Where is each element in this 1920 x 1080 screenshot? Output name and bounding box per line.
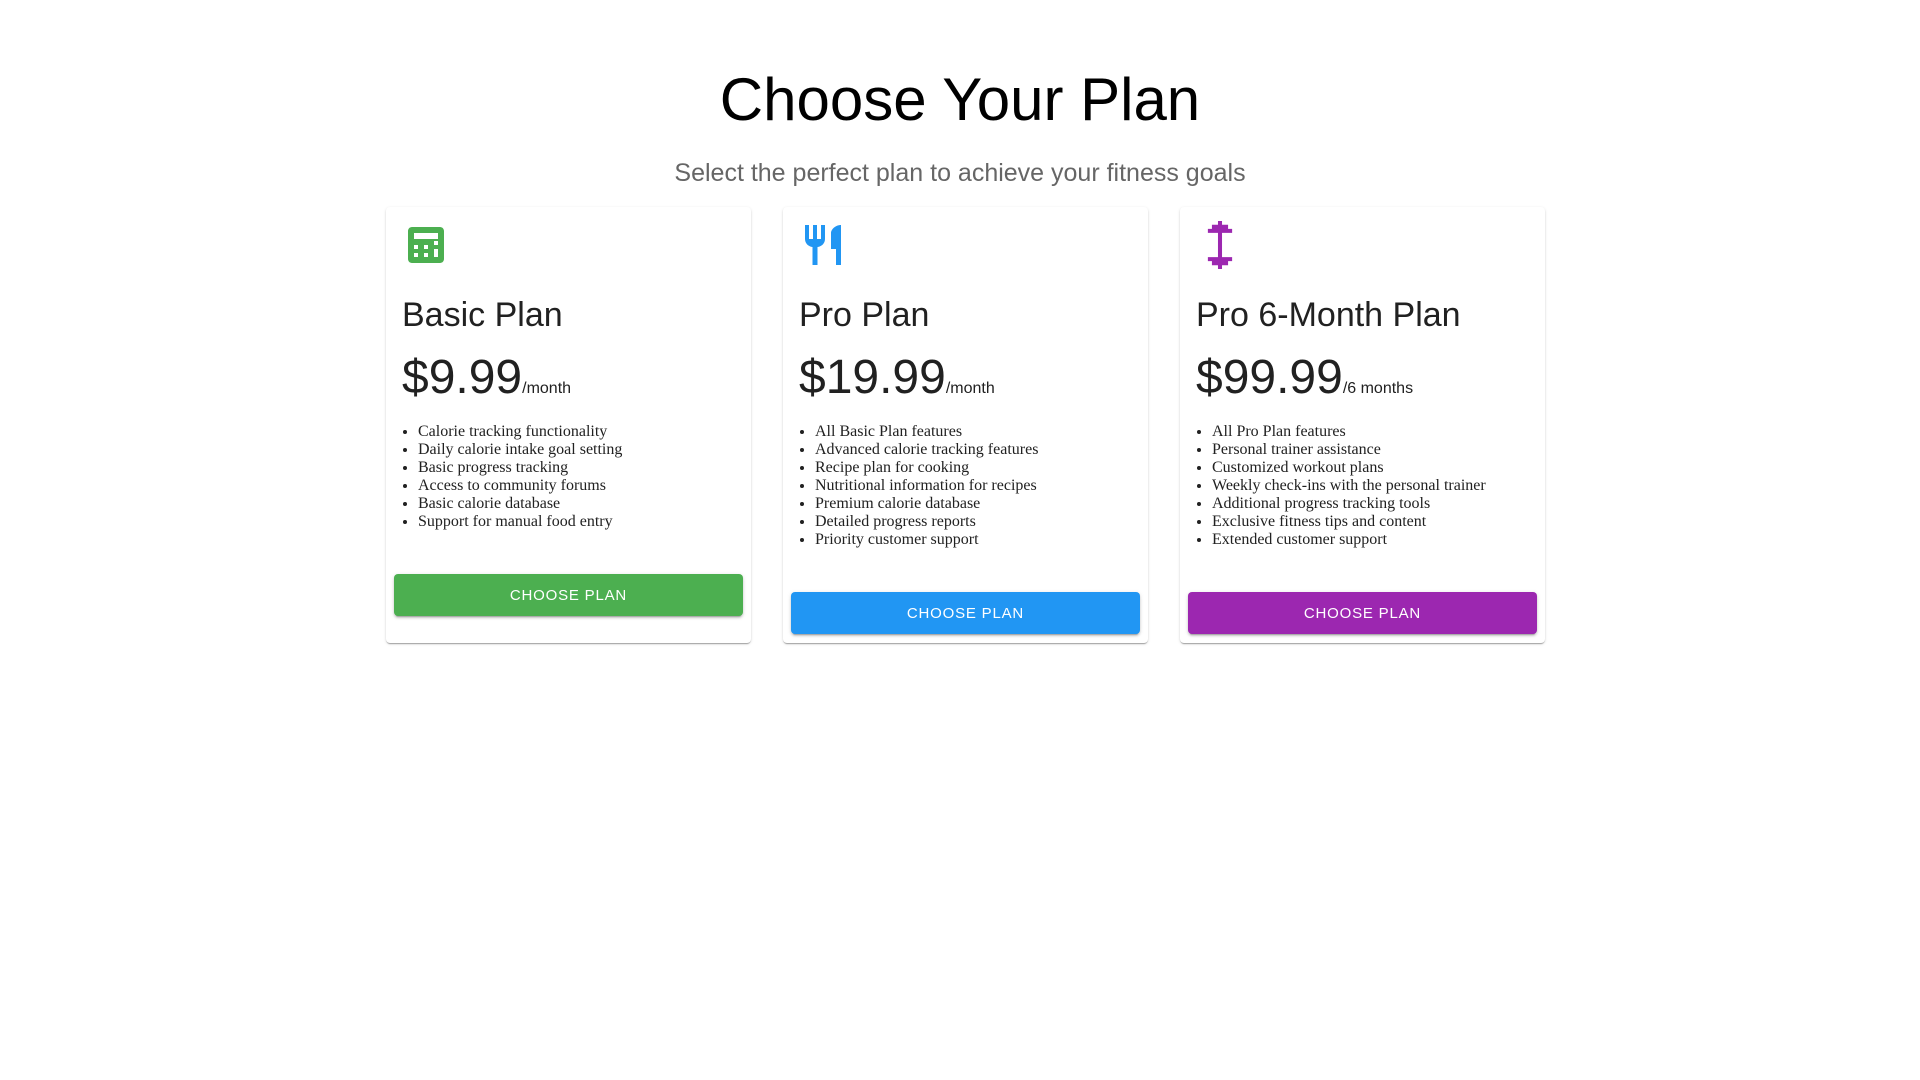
plan-price: $9.99/month bbox=[402, 350, 571, 417]
choose-pro-6-month-plan-button[interactable]: Choose Plan bbox=[1188, 592, 1537, 634]
feature-list: All Pro Plan features Personal trainer a… bbox=[1196, 423, 1552, 549]
price-amount: $9.99 bbox=[402, 351, 523, 404]
feature-item: All Basic Plan features bbox=[815, 423, 1155, 441]
feature-item: Priority customer support bbox=[815, 531, 1155, 549]
feature-list: Calorie tracking functionality Daily cal… bbox=[402, 423, 758, 531]
plan-card-pro: Pro Plan $19.99/month All Basic Plan fea… bbox=[783, 207, 1148, 643]
price-period: /month bbox=[522, 380, 572, 397]
page-subtitle: Select the perfect plan to achieve your … bbox=[674, 159, 1246, 187]
feature-item: Basic progress tracking bbox=[418, 459, 758, 477]
feature-item: Calorie tracking functionality bbox=[418, 423, 758, 441]
feature-list: All Basic Plan features Advanced calorie… bbox=[799, 423, 1155, 549]
feature-item: Access to community forums bbox=[418, 477, 758, 495]
price-period: /month bbox=[945, 380, 995, 397]
plan-price: $99.99/6 months bbox=[1196, 350, 1413, 417]
price-period: /6 months bbox=[1342, 380, 1414, 397]
feature-item: Weekly check-ins with the personal train… bbox=[1212, 477, 1552, 495]
page-title: Choose Your Plan bbox=[719, 66, 1201, 133]
feature-item: Exclusive fitness tips and content bbox=[1212, 513, 1552, 531]
feature-item: Premium calorie database bbox=[815, 495, 1155, 513]
plan-price: $19.99/month bbox=[799, 350, 995, 417]
feature-item: Support for manual food entry bbox=[418, 513, 758, 531]
feature-item: Customized workout plans bbox=[1212, 459, 1552, 477]
feature-item: Personal trainer assistance bbox=[1212, 441, 1552, 459]
feature-item: All Pro Plan features bbox=[1212, 423, 1552, 441]
feature-item: Recipe plan for cooking bbox=[815, 459, 1155, 477]
choose-pro-plan-button[interactable]: Choose Plan bbox=[791, 592, 1140, 634]
plan-name: Pro Plan bbox=[799, 296, 930, 334]
plan-name: Basic Plan bbox=[402, 296, 563, 334]
price-amount: $19.99 bbox=[799, 351, 946, 404]
dumbbell-icon bbox=[1196, 221, 1244, 269]
plan-card-basic: Basic Plan $9.99/month Calorie tracking … bbox=[386, 207, 751, 643]
feature-item: Additional progress tracking tools bbox=[1212, 495, 1552, 513]
feature-item: Daily calorie intake goal setting bbox=[418, 441, 758, 459]
pricing-page: Choose Your Plan Select the perfect plan… bbox=[0, 0, 1920, 1080]
price-amount: $99.99 bbox=[1196, 351, 1343, 404]
calculator-icon bbox=[402, 221, 450, 269]
plan-card-pro-6-month: Pro 6-Month Plan $99.99/6 months All Pro… bbox=[1180, 207, 1545, 643]
choose-basic-plan-button[interactable]: Choose Plan bbox=[394, 574, 743, 616]
plan-name: Pro 6-Month Plan bbox=[1196, 296, 1461, 334]
feature-item: Extended customer support bbox=[1212, 531, 1552, 549]
plan-cards: Basic Plan $9.99/month Calorie tracking … bbox=[386, 207, 1546, 645]
restaurant-icon bbox=[799, 221, 847, 269]
feature-item: Nutritional information for recipes bbox=[815, 477, 1155, 495]
feature-item: Advanced calorie tracking features bbox=[815, 441, 1155, 459]
feature-item: Detailed progress reports bbox=[815, 513, 1155, 531]
feature-item: Basic calorie database bbox=[418, 495, 758, 513]
